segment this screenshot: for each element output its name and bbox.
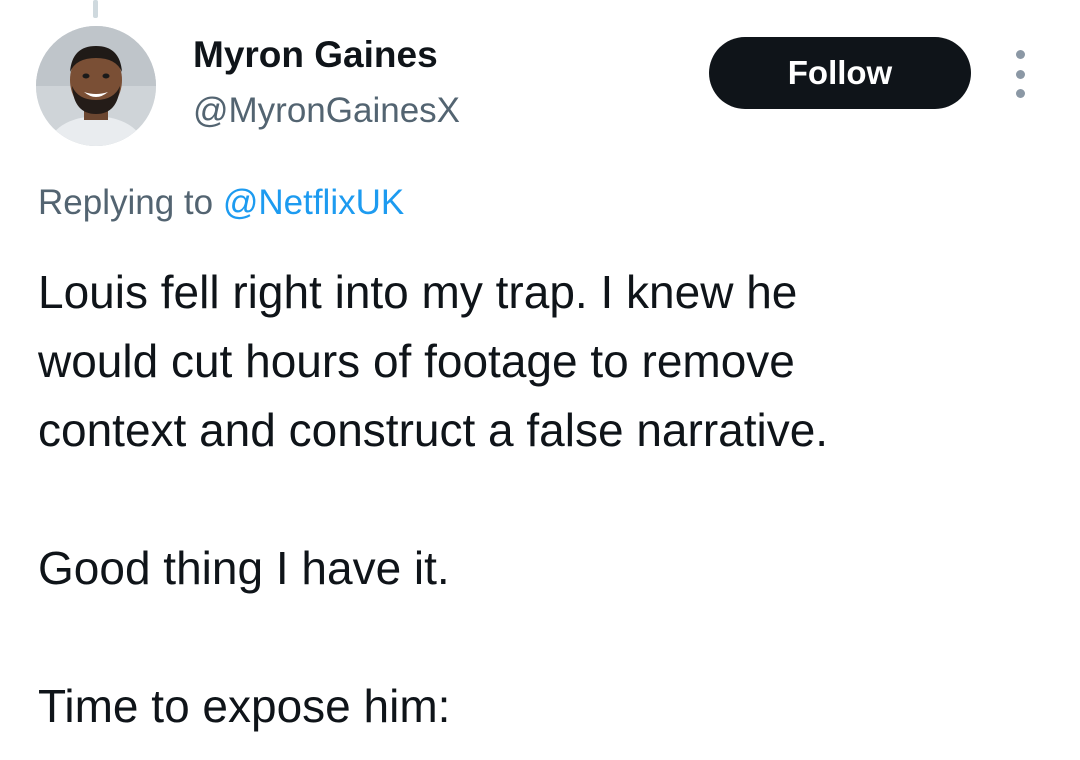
tweet-text-line: context and construct a false narrative. [38,404,829,456]
dot-icon [1015,69,1025,79]
tweet-text-line: Good thing I have it. [38,542,450,594]
tweet-text-line: Time to expose him: [38,680,451,732]
dot-icon [1015,89,1025,98]
more-options-icon[interactable] [1008,50,1032,98]
author-name[interactable]: Myron Gaines [193,34,438,76]
avatar[interactable] [36,26,156,146]
author-handle[interactable]: @MyronGainesX [193,90,460,132]
tweet-text: Louis fell right into my trap. I knew he… [38,258,1048,741]
reply-mention-link[interactable]: @NetflixUK [223,183,404,222]
tweet-text-line: would cut hours of footage to remove [38,335,795,387]
tweet-text-line: Louis fell right into my trap. I knew he [38,266,798,318]
avatar-image [36,26,156,146]
follow-button[interactable]: Follow [709,37,971,109]
thread-connector-line [93,0,98,18]
replying-to-line: Replying to @NetflixUK [38,182,404,224]
dot-icon [1015,50,1025,59]
replying-to-label: Replying to [38,183,223,222]
